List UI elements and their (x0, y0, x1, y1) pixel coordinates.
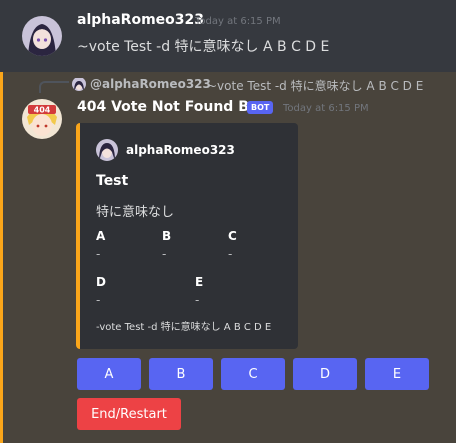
user-avatar[interactable] (22, 16, 62, 56)
bot-username[interactable]: 404 Vote Not Found Bot (77, 99, 265, 115)
field-name-b: B (162, 229, 172, 243)
field-name-c: C (228, 229, 237, 243)
message-user: alphaRomeo323 Today at 6:15 PM ~vote Tes… (0, 0, 456, 72)
vote-button-c[interactable]: C (221, 358, 285, 390)
field-value-d: - (96, 293, 101, 307)
embed-footer: -vote Test -d 特に意味なし A B C D E (96, 322, 272, 333)
embed-author-icon (96, 139, 118, 161)
username[interactable]: alphaRomeo323 (77, 12, 204, 28)
field-name-a: A (96, 229, 106, 243)
bot-timestamp: Today at 6:15 PM (283, 103, 369, 114)
vote-button-a[interactable]: A (77, 358, 141, 390)
embed-title: Test (96, 173, 129, 189)
embed-description: 特に意味なし (96, 205, 175, 220)
field-value-b: - (162, 247, 167, 261)
field-name-e: E (195, 275, 204, 289)
field-value-a: - (96, 247, 101, 261)
bot-avatar[interactable]: 404 (22, 99, 62, 139)
reply-username[interactable]: @alphaRomeo323 (90, 77, 211, 91)
vote-button-d[interactable]: D (293, 358, 357, 390)
field-value-c: - (228, 247, 233, 261)
vote-button-e[interactable]: E (365, 358, 429, 390)
poll-embed: alphaRomeo323 Test 特に意味なし A - B - C - D … (76, 123, 298, 349)
end-restart-button[interactable]: End/Restart (77, 398, 181, 430)
message-content: ~vote Test -d 特に意味なし A B C D E (77, 39, 330, 55)
reply-avatar[interactable] (72, 77, 86, 91)
svg-text:404: 404 (34, 106, 51, 115)
field-value-e: - (195, 293, 200, 307)
reply-connector (39, 81, 69, 93)
vote-button-b[interactable]: B (149, 358, 213, 390)
embed-author[interactable]: alphaRomeo323 (126, 143, 235, 157)
field-name-d: D (96, 275, 106, 289)
timestamp: Today at 6:15 PM (195, 16, 281, 27)
reply-content[interactable]: ~vote Test -d 特に意味なし A B C D E (207, 77, 423, 94)
bot-badge: BOT (247, 101, 274, 114)
